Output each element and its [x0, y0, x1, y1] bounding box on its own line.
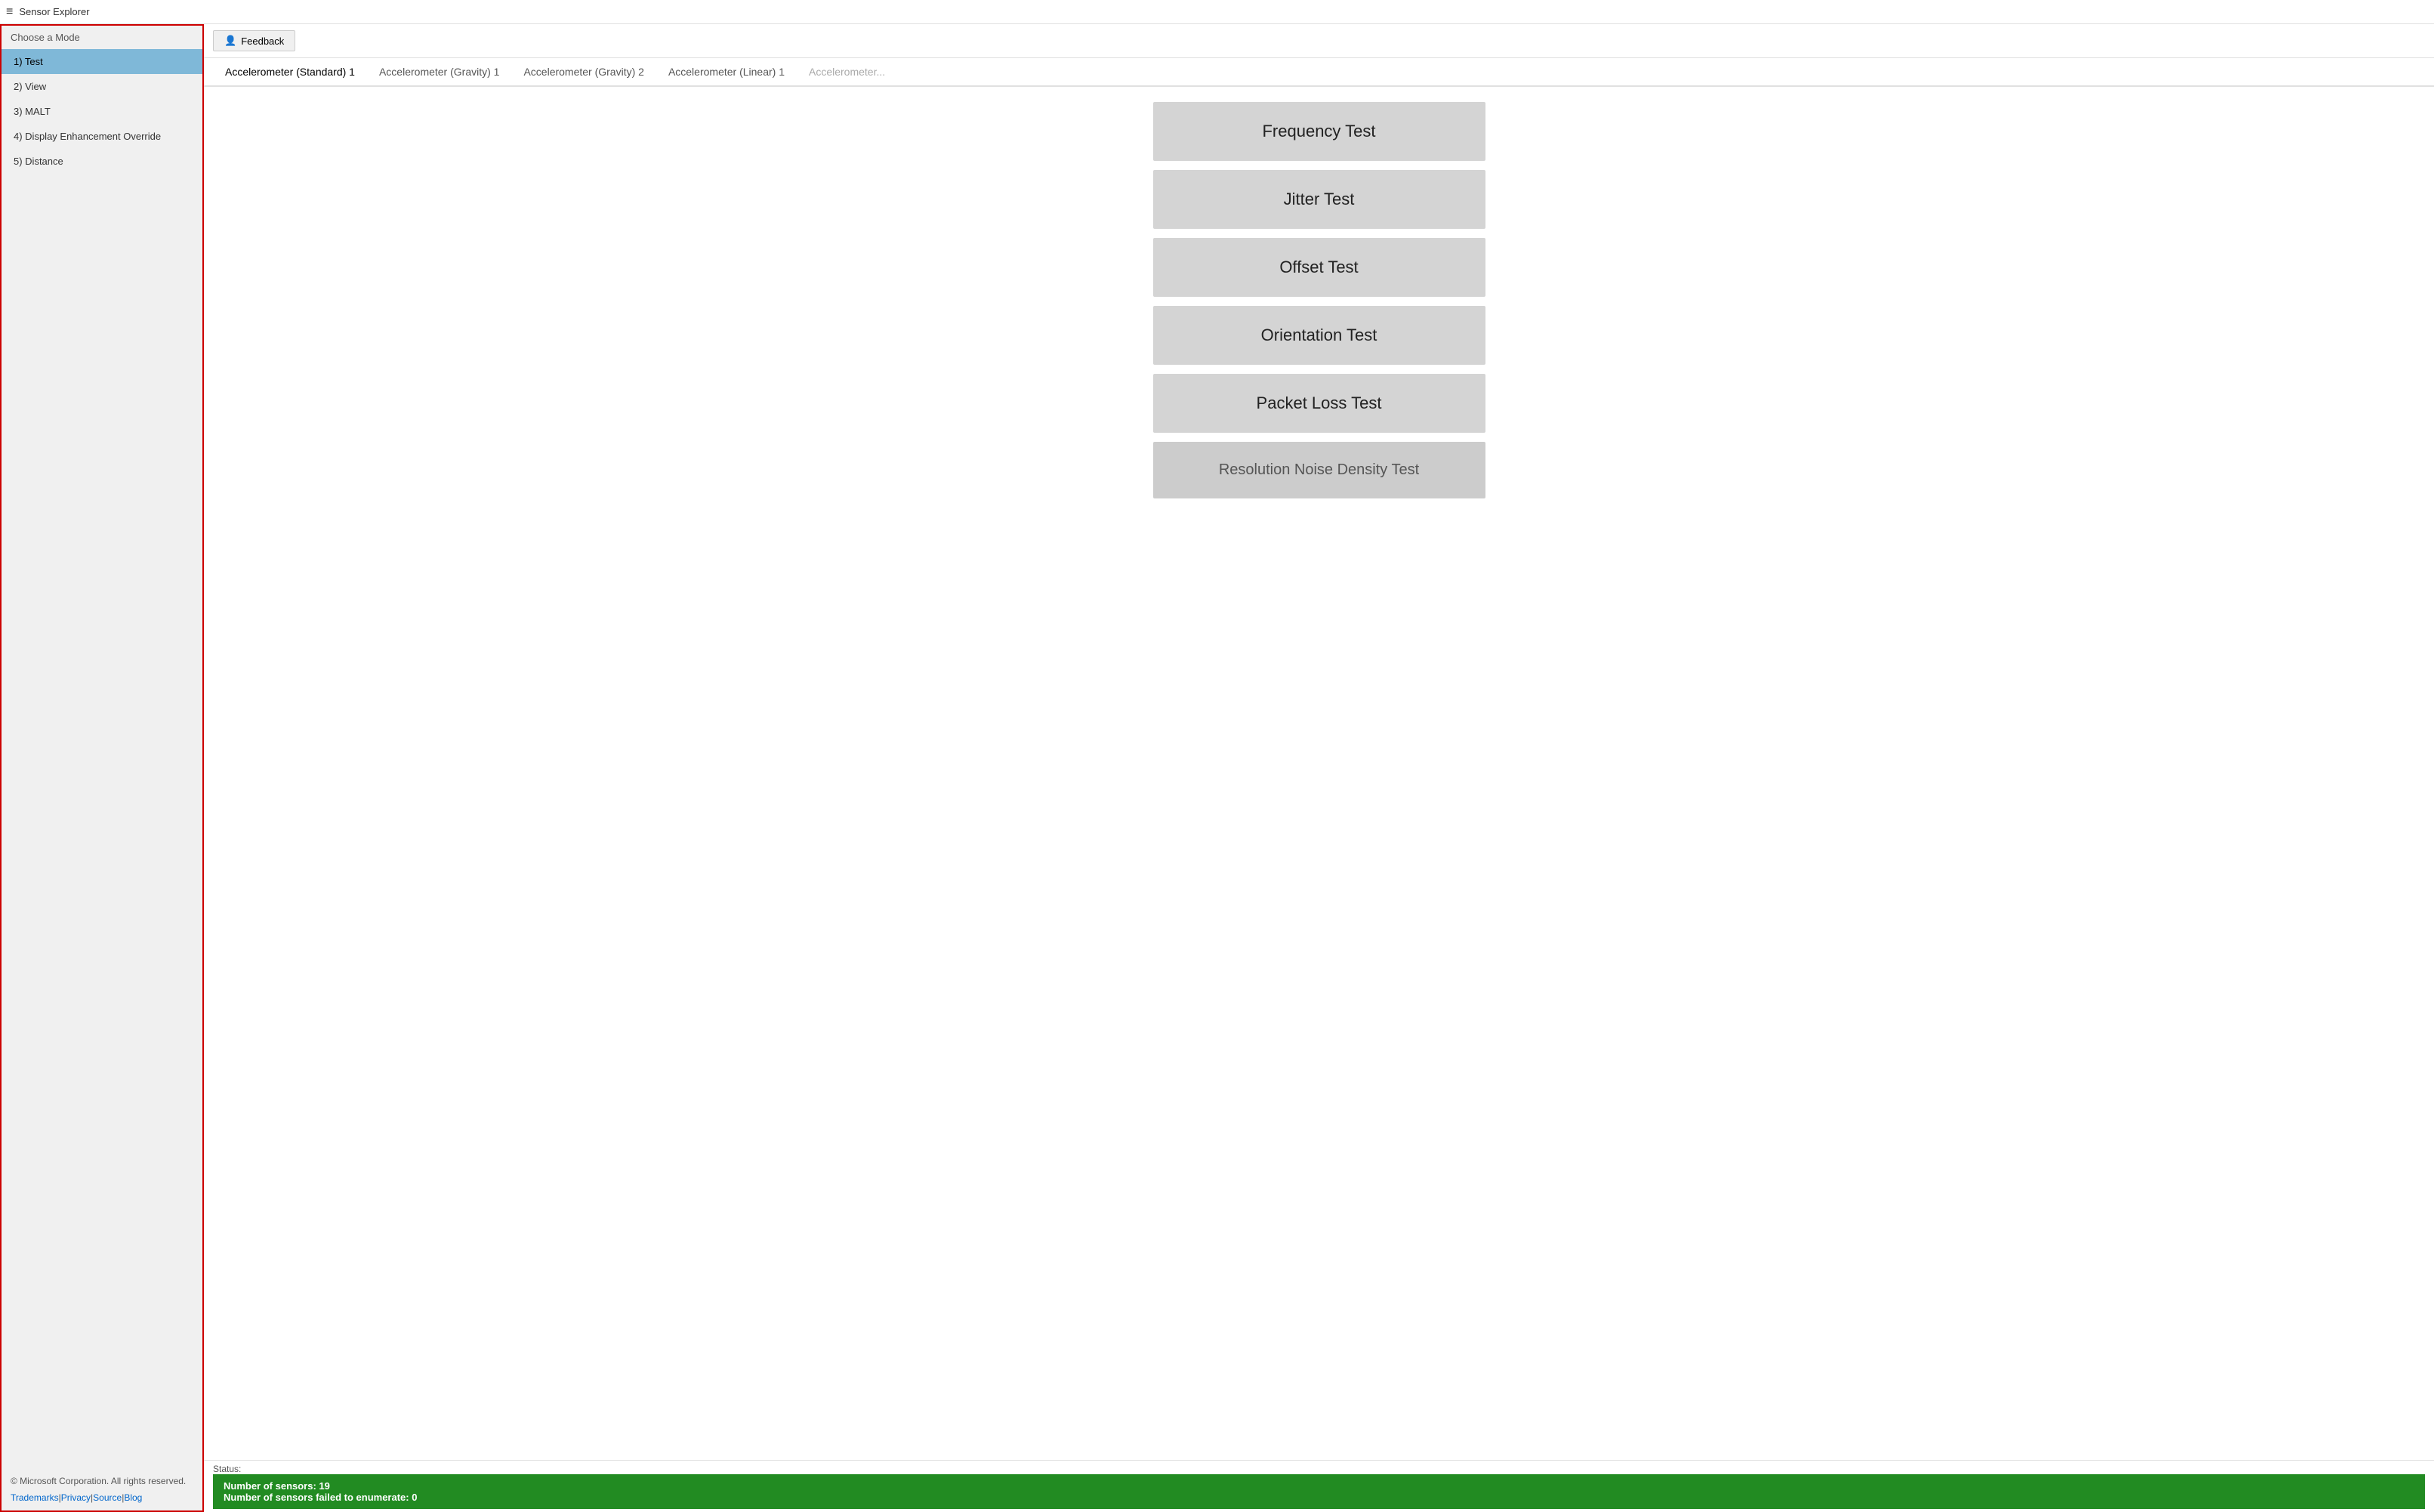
- main-content: 👤 Feedback Accelerometer (Standard) 1Acc…: [204, 24, 2434, 1512]
- sidebar-item-malt[interactable]: 3) MALT: [2, 99, 202, 124]
- app-title: Sensor Explorer: [19, 6, 89, 17]
- test-button-1[interactable]: Jitter Test: [1153, 170, 1485, 229]
- sidebar-item-display-enhancement-override[interactable]: 4) Display Enhancement Override: [2, 124, 202, 149]
- sidebar-item-view[interactable]: 2) View: [2, 74, 202, 99]
- test-button-3[interactable]: Orientation Test: [1153, 306, 1485, 365]
- test-button-5[interactable]: Resolution Noise Density Test: [1153, 442, 1485, 498]
- tab-2[interactable]: Accelerometer (Gravity) 2: [511, 58, 656, 87]
- sidebar-link-blog[interactable]: Blog: [124, 1492, 142, 1503]
- test-button-4[interactable]: Packet Loss Test: [1153, 374, 1485, 433]
- title-bar: ≡ Sensor Explorer: [0, 0, 2434, 24]
- status-line-2: Number of sensors failed to enumerate: 0: [224, 1492, 2414, 1503]
- sidebar-item-test[interactable]: 1) Test: [2, 49, 202, 74]
- tab-4[interactable]: Accelerometer...: [797, 58, 897, 87]
- sidebar: Choose a Mode 1) Test2) View3) MALT4) Di…: [0, 24, 204, 1512]
- main-layout: Choose a Mode 1) Test2) View3) MALT4) Di…: [0, 24, 2434, 1512]
- feedback-button-label: Feedback: [241, 35, 284, 47]
- feedback-button[interactable]: 👤 Feedback: [213, 30, 295, 51]
- sidebar-footer: © Microsoft Corporation. All rights rese…: [2, 1468, 202, 1492]
- status-line-1: Number of sensors: 19: [224, 1480, 2414, 1492]
- top-bar: 👤 Feedback: [204, 24, 2434, 58]
- sidebar-link-privacy[interactable]: Privacy: [61, 1492, 91, 1503]
- tab-3[interactable]: Accelerometer (Linear) 1: [656, 58, 797, 87]
- tab-0[interactable]: Accelerometer (Standard) 1: [213, 58, 367, 87]
- test-area: Frequency Test Jitter Test Offset Test Orie…: [204, 87, 2434, 1460]
- sidebar-links: Trademarks|Privacy|Source|Blog: [2, 1492, 202, 1510]
- sidebar-item-distance[interactable]: 5) Distance: [2, 149, 202, 174]
- sidebar-link-source[interactable]: Source: [93, 1492, 122, 1503]
- tab-1[interactable]: Accelerometer (Gravity) 1: [367, 58, 511, 87]
- sidebar-link-trademarks[interactable]: Trademarks: [11, 1492, 59, 1503]
- status-bar: Status: Number of sensors: 19 Number of …: [204, 1460, 2434, 1512]
- status-label: Status:: [213, 1464, 2425, 1474]
- hamburger-icon[interactable]: ≡: [6, 5, 13, 19]
- test-button-2[interactable]: Offset Test: [1153, 238, 1485, 297]
- sidebar-header: Choose a Mode: [2, 26, 202, 49]
- tabs-bar: Accelerometer (Standard) 1Accelerometer …: [204, 58, 2434, 87]
- status-green-box: Number of sensors: 19 Number of sensors …: [213, 1474, 2425, 1509]
- sidebar-menu: 1) Test2) View3) MALT4) Display Enhancem…: [2, 49, 202, 174]
- test-button-0[interactable]: Frequency Test: [1153, 102, 1485, 161]
- person-feedback-icon: 👤: [224, 35, 236, 47]
